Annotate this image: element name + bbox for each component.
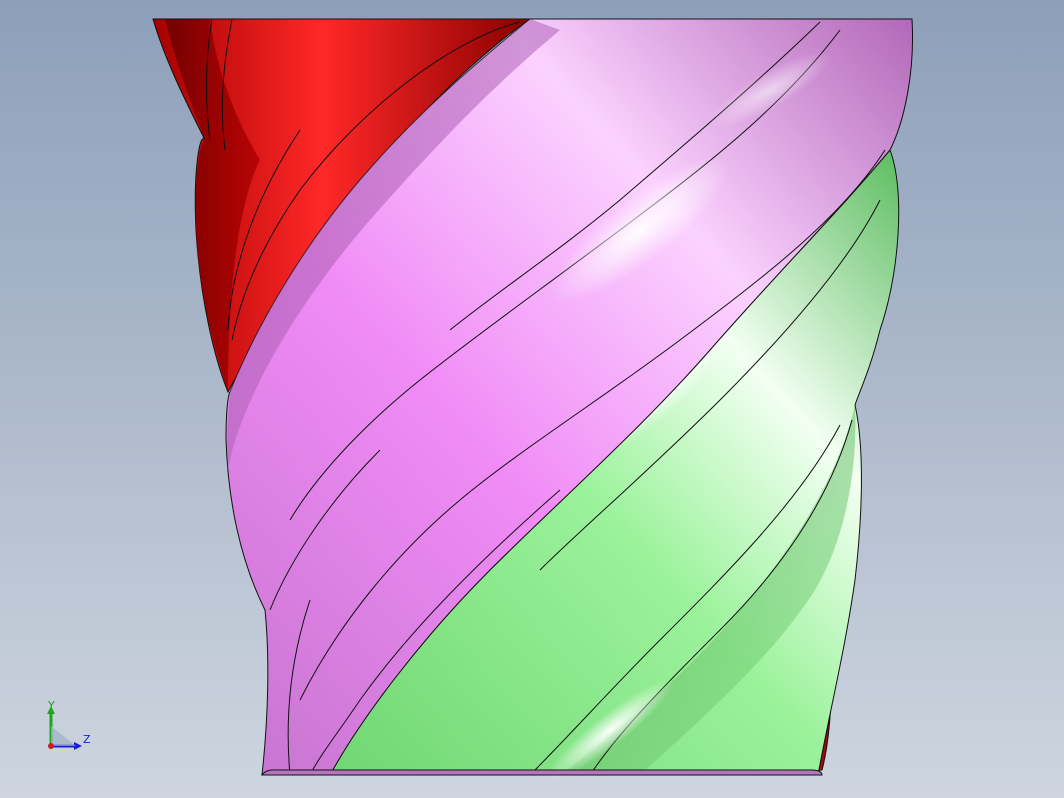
axis-triad-icon bbox=[47, 706, 82, 750]
coordinate-triad: Y Z bbox=[36, 696, 106, 760]
graphics-viewport[interactable]: Y Z bbox=[0, 0, 1064, 798]
y-axis-label: Y bbox=[48, 699, 55, 712]
twisted-rotor-model[interactable] bbox=[0, 0, 1064, 798]
bottom-face-edge bbox=[261, 769, 823, 776]
z-axis-label: Z bbox=[83, 733, 91, 746]
